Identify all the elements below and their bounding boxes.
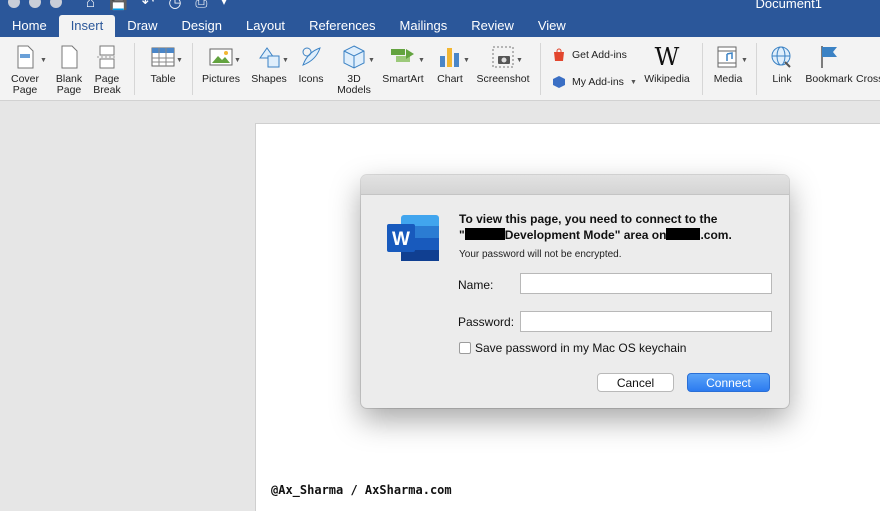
tab-references[interactable]: References: [297, 15, 387, 37]
cube-icon: [343, 45, 365, 69]
camera-icon: [492, 46, 514, 68]
media-icon: [717, 46, 737, 68]
smartart-button[interactable]: SmartArt ▼: [380, 37, 426, 101]
table-icon: [151, 47, 175, 67]
redaction-bar: [464, 228, 505, 240]
clock-icon[interactable]: ◷: [168, 0, 181, 12]
tab-mailings[interactable]: Mailings: [388, 15, 460, 37]
chevron-down-icon: ▼: [234, 57, 241, 64]
shapes-button[interactable]: Shapes ▼: [248, 37, 290, 101]
tab-view[interactable]: View: [526, 15, 578, 37]
print-icon[interactable]: ⎙: [195, 0, 207, 12]
name-input[interactable]: [520, 273, 772, 294]
cover-page-button[interactable]: Cover Page ▼: [4, 37, 47, 101]
save-icon[interactable]: 💾: [109, 0, 128, 12]
minimize-window-button[interactable]: [29, 0, 41, 8]
document-title: Document1: [755, 0, 822, 11]
password-label: Password:: [458, 315, 515, 329]
pictures-button[interactable]: Pictures ▼: [198, 37, 244, 101]
chevron-down-icon: ▼: [516, 57, 523, 64]
tab-home[interactable]: Home: [0, 15, 59, 37]
chart-button[interactable]: Chart ▼: [430, 37, 470, 101]
ribbon-tabs: Home Insert Draw Design Layout Reference…: [0, 15, 578, 37]
dialog-titlebar: [361, 175, 789, 195]
globe-link-icon: [771, 46, 791, 68]
connect-button[interactable]: Connect: [687, 373, 770, 392]
chevron-down-icon: ▼: [40, 57, 47, 64]
store-bag-icon: [554, 48, 564, 61]
undo-icon[interactable]: ↶: [142, 0, 155, 12]
chevron-down-icon: ▼: [282, 57, 289, 64]
wikipedia-icon: W: [654, 43, 680, 71]
3d-models-button[interactable]: 3D Models ▼: [332, 37, 376, 101]
window-controls: [8, 0, 62, 8]
quick-access-toolbar: ⌂ 💾 ↶ ◷ ⎙ ▾: [86, 0, 226, 12]
chevron-down-icon: ▼: [368, 57, 375, 64]
dialog-subtitle: Your password will not be encrypted.: [459, 249, 622, 260]
page-break-icon: [97, 45, 117, 69]
password-input[interactable]: [520, 311, 772, 332]
tab-design[interactable]: Design: [170, 15, 234, 37]
media-button[interactable]: Media ▼: [708, 37, 748, 101]
screenshot-button[interactable]: Screenshot ▼: [474, 37, 532, 101]
redaction-bar: [666, 228, 701, 240]
chevron-down-icon: ▼: [176, 57, 183, 64]
chevron-down-icon: ▼: [418, 57, 425, 64]
cross-reference-button[interactable]: Cross: [856, 37, 880, 101]
blank-page-button[interactable]: Blank Page: [50, 37, 88, 101]
addins-cube-icon: [553, 76, 565, 88]
more-icon[interactable]: ▾: [221, 0, 226, 12]
chevron-down-icon: ▼: [463, 57, 470, 64]
chevron-down-icon: ▼: [741, 57, 748, 64]
watermark-text: @Ax_Sharma / AxSharma.com: [271, 483, 452, 497]
dialog-message: To view this page, you need to connect t…: [459, 212, 732, 242]
auth-dialog: W To view this page, you need to connect…: [361, 175, 789, 408]
icons-button[interactable]: Icons: [294, 37, 328, 101]
keychain-checkbox[interactable]: [459, 342, 471, 354]
keychain-label[interactable]: Save password in my Mac OS keychain: [475, 341, 686, 355]
tab-draw[interactable]: Draw: [115, 15, 169, 37]
close-window-button[interactable]: [8, 0, 20, 8]
name-label: Name:: [458, 278, 494, 292]
word-app-icon: W: [387, 215, 439, 261]
home-icon[interactable]: ⌂: [86, 0, 95, 12]
page-break-button[interactable]: Page Break: [90, 37, 124, 101]
shapes-icon: [259, 47, 280, 68]
blank-page-icon: [61, 45, 78, 69]
tab-insert[interactable]: Insert: [58, 15, 116, 37]
icons-icon: [302, 47, 321, 66]
flag-icon: [821, 46, 837, 68]
zoom-window-button[interactable]: [50, 0, 62, 8]
tab-review[interactable]: Review: [459, 15, 526, 37]
table-button[interactable]: Table ▼: [142, 37, 184, 101]
tab-layout[interactable]: Layout: [234, 15, 297, 37]
title-bar: ⌂ 💾 ↶ ◷ ⎙ ▾ Document1 Home Insert Draw D…: [0, 0, 880, 37]
insert-ribbon: Cover Page ▼ Blank Page Page Break Table…: [0, 37, 880, 101]
my-addins-button[interactable]: My Add-ins ▼: [552, 75, 637, 89]
word-logo-letter: W: [392, 229, 410, 250]
chevron-down-icon: ▼: [629, 78, 637, 86]
picture-icon: [209, 48, 233, 66]
get-addins-button[interactable]: Get Add-ins: [552, 48, 627, 62]
wikipedia-button[interactable]: W Wikipedia: [640, 37, 694, 101]
cancel-button[interactable]: Cancel: [597, 373, 674, 392]
smartart-icon: [391, 49, 414, 62]
chart-icon: [440, 48, 459, 67]
cover-page-icon: [17, 45, 34, 69]
bookmark-button[interactable]: Bookmark: [804, 37, 854, 101]
link-button[interactable]: Link: [764, 37, 800, 101]
